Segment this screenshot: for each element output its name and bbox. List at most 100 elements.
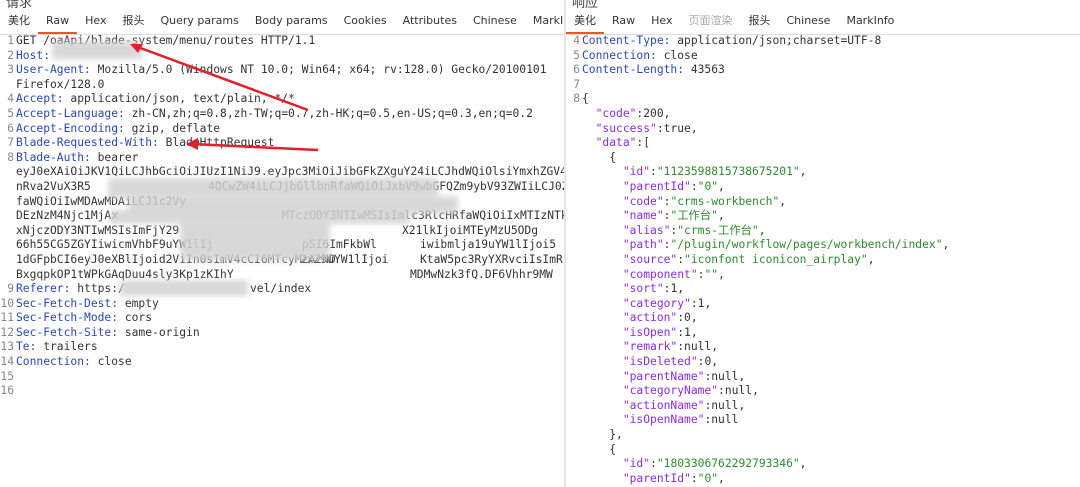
line-number: 4 (573, 34, 580, 47)
json-line: "source":"iconfont iconicon_airplay", (566, 253, 1080, 268)
line-number (566, 443, 582, 458)
line-text: { (582, 92, 589, 106)
json-line: "parentId":"0", (566, 472, 1080, 487)
line-text: Referer: https:/ (16, 282, 125, 296)
json-text: "remark":null, (622, 340, 719, 354)
tab-0[interactable]: 美化 (0, 8, 38, 34)
json-text: "parentId":"0", (622, 179, 725, 193)
line-number (566, 209, 582, 224)
line-number (566, 282, 582, 297)
json-text: "sort":1, (622, 282, 685, 296)
line-text: Firefox/128.0 (16, 77, 105, 91)
json-text: "data":[ (595, 136, 651, 150)
tab-0[interactable]: 美化 (566, 8, 604, 34)
tab-2[interactable]: Hex (643, 8, 680, 34)
request-line: 12 Sec-Fetch-Site: same-origin (0, 326, 564, 341)
line-number (566, 151, 582, 166)
tab-5[interactable]: Chinese (779, 8, 839, 34)
line-number (566, 107, 582, 122)
line-number: 14 (0, 355, 14, 369)
response-editor[interactable]: 4 Content-Type: application/json;charset=… (566, 34, 1080, 486)
line-number: 5 (7, 106, 14, 120)
line-number (566, 370, 582, 385)
json-line: "category":1, (566, 297, 1080, 312)
json-line: "isDeleted":0, (566, 355, 1080, 370)
tab-1[interactable]: Raw (604, 8, 643, 34)
json-text: "actionName":null, (622, 398, 746, 412)
json-text: "isDeleted":0, (622, 355, 719, 369)
line-number (566, 122, 582, 137)
json-line: "alias":"crms-工作台", (566, 224, 1080, 239)
json-text: "code":200, (595, 106, 671, 120)
line-number: 6 (7, 121, 14, 135)
line-number (566, 399, 582, 414)
line-number: 2 (7, 48, 14, 62)
line-number (0, 165, 16, 180)
tab-3[interactable]: 报头 (115, 8, 153, 34)
token-fragment-5: iwibmlja19uYW1lIjoi5 (420, 238, 557, 252)
line-number (566, 413, 582, 428)
tab-6[interactable]: Cookies (336, 8, 395, 34)
request-line: 16 (0, 384, 564, 399)
line-text: xNjczODY3NTIwMSIsImFjY29 (16, 223, 180, 237)
line-number: 8 (573, 92, 580, 106)
line-number (0, 195, 16, 210)
line-number: 7 (573, 77, 580, 91)
tab-4[interactable]: Query params (153, 8, 247, 34)
request-line: 10 Sec-Fetch-Dest: empty (0, 297, 564, 312)
json-line: }, (566, 428, 1080, 443)
json-text: "alias":"crms-工作台", (622, 223, 766, 237)
json-line: { (566, 443, 1080, 458)
json-line: "id":"1123598815738675201", (566, 165, 1080, 180)
line-number: 15 (0, 369, 14, 383)
line-number: 3 (7, 63, 14, 77)
request-line: 11 Sec-Fetch-Mode: cors (0, 311, 564, 326)
tab-6[interactable]: MarkInfo (838, 8, 902, 34)
token-fragment-3: X21lkIjoiMTEyMzU5ODg (402, 223, 539, 237)
json-line: "remark":null, (566, 340, 1080, 355)
line-text: nRva2VuX3R5 (16, 179, 91, 193)
response-header-line: 4 Content-Type: application/json;charset=… (566, 34, 1080, 49)
line-number (566, 355, 582, 370)
line-number (566, 472, 582, 487)
json-line: "parentName":null, (566, 370, 1080, 385)
json-text: "categoryName":null, (622, 384, 759, 398)
request-line: 6 Accept-Encoding: gzip, deflate (0, 122, 564, 137)
tab-3[interactable]: 页面渲染 (681, 8, 741, 34)
response-header-line: 5 Connection: close (566, 49, 1080, 64)
json-text: "success":true, (595, 121, 698, 135)
line-number: 5 (573, 48, 580, 62)
tab-7[interactable]: Attributes (395, 8, 465, 34)
json-line: "path":"/plugin/workflow/pages/workbench… (566, 238, 1080, 253)
json-text: "parentName":null, (622, 369, 746, 383)
json-text: "path":"/plugin/workflow/pages/workbench… (622, 238, 950, 252)
response-header-line: 8{ (566, 92, 1080, 107)
request-line: 3 User-Agent: Mozilla/5.0 (Windows NT 10.… (0, 63, 564, 78)
json-line: "categoryName":null, (566, 384, 1080, 399)
line-text: Host: (16, 48, 51, 62)
json-line: "id":"1803306762292793346", (566, 457, 1080, 472)
json-text: "action":0, (622, 311, 698, 325)
line-text: Sec-Fetch-Site: same-origin (16, 325, 200, 339)
line-number (566, 268, 582, 283)
json-line: "parentId":"0", (566, 180, 1080, 195)
line-number (566, 253, 582, 268)
tab-8[interactable]: Chinese (465, 8, 525, 34)
line-number (566, 457, 582, 472)
line-text: Connection: close (582, 48, 698, 62)
line-number: 10 (0, 296, 14, 310)
line-number (566, 165, 582, 180)
tab-5[interactable]: Body params (247, 8, 336, 34)
redaction-token-4 (180, 221, 330, 261)
json-text: "name":"工作台", (622, 209, 725, 223)
tab-4[interactable]: 报头 (741, 8, 779, 34)
tab-1[interactable]: Raw (38, 8, 78, 34)
json-line: "name":"工作台", (566, 209, 1080, 224)
tab-9[interactable]: MarkInfo (525, 8, 564, 34)
tab-2[interactable]: Hex (77, 8, 114, 34)
line-text: Accept-Language: zh-CN,zh;q=0.8,zh-TW;q=… (16, 106, 533, 120)
json-text: { (582, 442, 617, 456)
line-text: Sec-Fetch-Dest: empty (16, 296, 159, 310)
line-text: Connection: close (16, 355, 132, 369)
line-number (0, 180, 16, 195)
